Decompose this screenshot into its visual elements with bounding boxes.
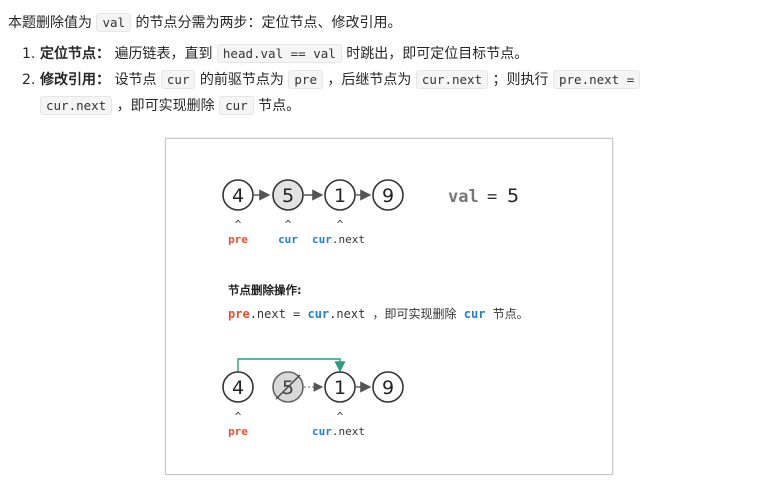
step-text: 时跳出，即可定位目标节点。 — [341, 46, 529, 62]
caret: ^ — [337, 410, 344, 423]
inline-code: cur.next — [40, 96, 113, 115]
step-continuation: cur.next ，即可实现删除 cur 节点。 — [40, 94, 772, 118]
bottom-linked-list: 4 5 1 9 ^ ^ pre cur.next — [222, 358, 404, 438]
inline-code: cur.next — [415, 70, 489, 89]
bypass-link-arrow — [237, 358, 346, 373]
inline-code: cur — [160, 70, 196, 89]
inline-code: pre — [288, 70, 323, 89]
node-value: 9 — [382, 185, 394, 207]
node-value: 5 — [282, 377, 294, 399]
step-text: ；则执行 — [488, 72, 553, 88]
val-equals: = — [487, 187, 497, 207]
step-title: 修改引用： — [40, 72, 110, 88]
inline-code: head.val == val — [216, 44, 342, 63]
step-item-modify: 2. 修改引用： 设节点 cur 的前驱节点为 pre ，后继节点为 cur.n… — [22, 68, 772, 118]
node-value: 5 — [282, 185, 294, 207]
cur-label: cur — [278, 233, 298, 246]
caret: ^ — [235, 410, 242, 423]
step-text: 节点。 — [253, 98, 301, 114]
step-item-locate: 1. 定位节点： 遍历链表，直到 head.val == val 时跳出，即可定… — [22, 42, 772, 66]
pre-label: pre — [228, 233, 248, 246]
val-label: val — [448, 187, 479, 207]
intro-text-after: 的节点分需为两步：定位节点、修改引用。 — [131, 15, 402, 31]
caret: ^ — [285, 218, 292, 231]
cur-next-label: cur.next — [312, 425, 365, 438]
node-value: 1 — [334, 377, 346, 399]
step-number: 2. — [22, 72, 36, 88]
step-text: 的前驱节点为 — [195, 72, 289, 88]
cur-next-label: cur.next — [312, 233, 365, 246]
val-value: 5 — [507, 185, 519, 207]
node-value: 4 — [232, 185, 244, 207]
operation-line: pre.next = cur.next ，即可实现删除 cur 节点。 — [228, 306, 529, 321]
pre-label: pre — [228, 425, 248, 438]
section-title: 节点删除操作: — [228, 283, 302, 297]
inline-code: cur — [219, 96, 254, 115]
step-text: 遍历链表，直到 — [110, 46, 217, 62]
caret: ^ — [337, 218, 344, 231]
inline-code: pre.next = — [553, 70, 641, 89]
node-value: 4 — [232, 377, 244, 399]
intro-text-before: 本题删除值为 — [8, 15, 97, 31]
caret: ^ — [235, 218, 242, 231]
step-text: ，后继节点为 — [322, 72, 416, 88]
step-title: 定位节点： — [40, 46, 110, 62]
step-text: 设节点 — [110, 72, 161, 88]
intro-paragraph: 本题删除值为 val 的节点分需为两步：定位节点、修改引用。 — [8, 12, 401, 34]
node-value: 9 — [382, 377, 394, 399]
inline-code-val: val — [96, 13, 132, 32]
step-number: 1. — [22, 46, 36, 62]
linked-list-deletion-figure: 4 5 1 9 val = 5 ^ ^ ^ pre cur cur.next 节… — [165, 138, 613, 475]
step-text: ，即可实现删除 — [112, 98, 220, 114]
node-value: 1 — [334, 185, 346, 207]
steps-list: 1. 定位节点： 遍历链表，直到 head.val == val 时跳出，即可定… — [22, 42, 772, 118]
top-linked-list: 4 5 1 9 val = 5 ^ ^ ^ pre cur cur.next — [222, 179, 519, 246]
diagram-svg: 4 5 1 9 val = 5 ^ ^ ^ pre cur cur.next 节… — [222, 179, 529, 438]
